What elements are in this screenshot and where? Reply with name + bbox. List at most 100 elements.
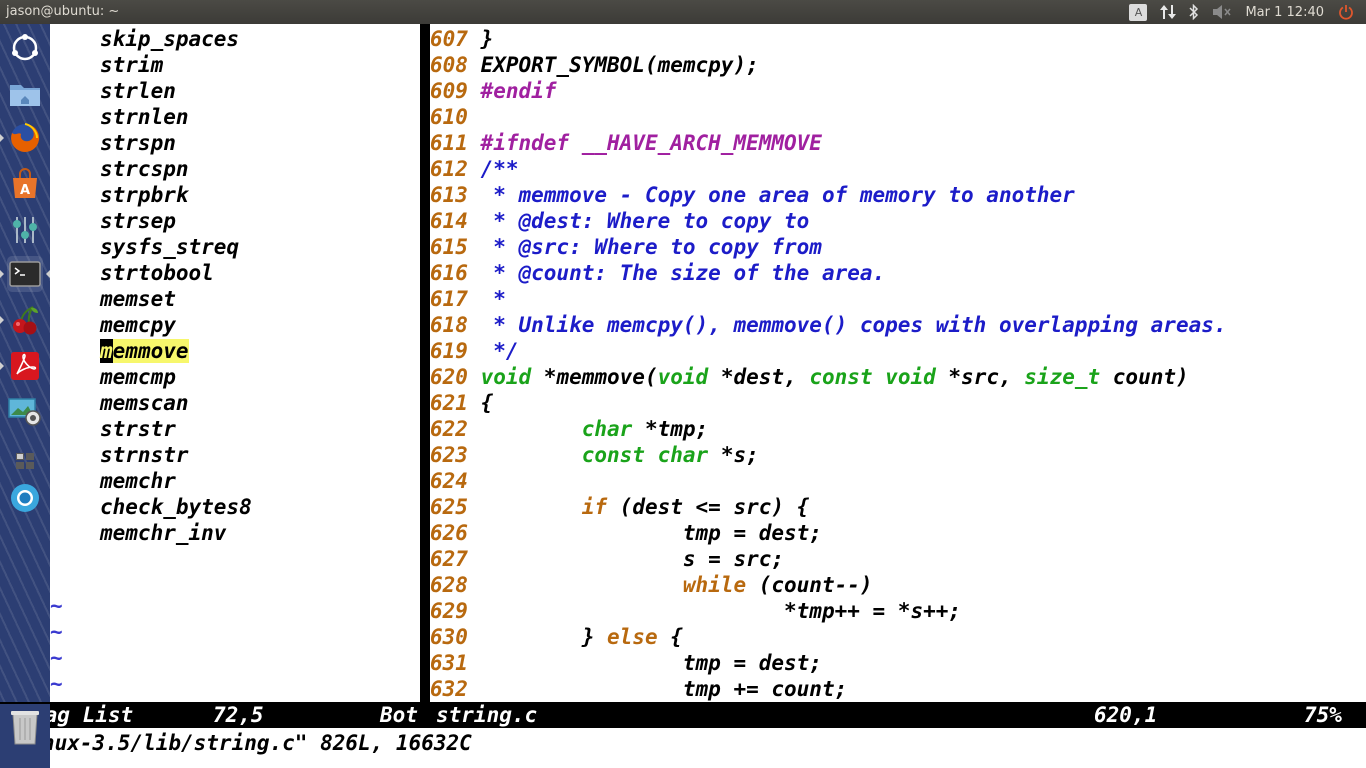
code-token: char (581, 417, 633, 441)
taglist-item[interactable]: memcmp (100, 364, 176, 390)
taglist-item[interactable]: check_bytes8 (100, 494, 252, 520)
taglist-item[interactable]: strtobool (100, 260, 214, 286)
code-line[interactable]: 610 (430, 104, 481, 130)
line-number: 619 (430, 339, 481, 363)
taglist-item[interactable]: strnlen (100, 104, 189, 130)
taglist-item[interactable]: strnstr (100, 442, 189, 468)
taglist-item[interactable]: memset (100, 286, 176, 312)
code-token: while (682, 573, 747, 597)
command-line[interactable]: "linux-3.5/lib/string.c" 826L, 16632C (0, 728, 1366, 768)
code-token: if (581, 495, 608, 519)
taglist-item[interactable]: strpbrk (100, 182, 189, 208)
line-number: 608 (430, 53, 481, 77)
workspace-switcher-icon[interactable] (7, 448, 43, 474)
screenshot-app-icon[interactable] (7, 394, 43, 430)
taglist-item[interactable]: memmove (100, 338, 189, 364)
system-settings-icon[interactable] (7, 212, 43, 248)
code-line[interactable]: 611 #ifndef __HAVE_ARCH_MEMMOVE (430, 130, 822, 156)
software-center-icon[interactable]: A (7, 166, 43, 202)
code-line[interactable]: 619 */ (430, 338, 519, 364)
taglist-item[interactable]: memchr_inv (100, 520, 226, 546)
taglist-pane[interactable]: skip_spaces strim strlen strnlen strspn strcs… (50, 26, 420, 722)
code-token: } (480, 27, 494, 51)
taglist-item[interactable]: skip_spaces (100, 26, 239, 52)
pdf-reader-icon[interactable] (7, 348, 43, 384)
code-line[interactable]: 618 * Unlike memcpy(), memmove() copes w… (430, 312, 1227, 338)
taglist-item[interactable]: strsep (100, 208, 176, 234)
code-line[interactable]: 631 tmp = dest; (430, 650, 822, 676)
code-line[interactable]: 624 (430, 468, 481, 494)
firefox-icon[interactable] (7, 120, 43, 156)
code-token: count) (1100, 365, 1189, 389)
code-line[interactable]: 628 while (count--) (430, 572, 873, 598)
empty-line-tilde: ~ (50, 594, 63, 618)
keyboard-layout-icon[interactable]: A (1129, 0, 1148, 24)
code-line[interactable]: 622 char *tmp; (430, 416, 708, 442)
dash-home-icon[interactable] (7, 30, 43, 66)
taglist-item[interactable]: memscan (100, 390, 189, 416)
code-token: * @src: Where to copy from (480, 235, 822, 259)
code-token: { (657, 625, 683, 649)
code-token: *src, (935, 365, 1025, 389)
code-line[interactable]: 616 * @count: The size of the area. (430, 260, 885, 286)
taglist-item[interactable]: memchr (100, 468, 176, 494)
volume-muted-icon[interactable] (1211, 0, 1233, 24)
taglist-item[interactable]: strstr (100, 416, 176, 442)
code-line[interactable]: 623 const char *s; (430, 442, 759, 468)
code-line[interactable]: 612 /** (430, 156, 519, 182)
line-number: 623 (430, 443, 481, 467)
code-token: *tmp; (632, 417, 709, 441)
code-token: tmp = dest; (480, 651, 822, 675)
code-line[interactable]: 613 * memmove - Copy one area of memory … (430, 182, 1075, 208)
taglist-item[interactable]: strlen (100, 78, 176, 104)
code-line[interactable]: 617 * (430, 286, 506, 312)
line-number: 609 (430, 79, 481, 103)
code-line[interactable]: 626 tmp = dest; (430, 520, 822, 546)
code-line[interactable]: 614 * @dest: Where to copy to (430, 208, 809, 234)
network-updown-icon[interactable] (1159, 0, 1177, 24)
code-line[interactable]: 620 void *memmove(void *dest, const void… (430, 364, 1189, 390)
code-token: tmp = dest; (480, 521, 822, 545)
line-number: 614 (430, 209, 481, 233)
code-line[interactable]: 627 s = src; (430, 546, 784, 572)
bluetooth-icon[interactable] (1189, 0, 1199, 24)
indicator-area: A Mar 1 12:40 (1129, 0, 1366, 24)
vim-editor[interactable]: skip_spaces strim strlen strnlen strspn strcs… (0, 24, 1366, 768)
code-pane[interactable]: 607 } 608 EXPORT_SYMBOL(memcpy); 609 #endi… (430, 26, 1233, 702)
taglist-item[interactable]: strim (100, 52, 163, 78)
taglist-item[interactable]: strcspn (100, 156, 189, 182)
line-number: 611 (430, 131, 481, 155)
statusline-file-cursor-pos: 620,1 (1094, 703, 1158, 727)
clock[interactable]: Mar 1 12:40 (1245, 5, 1324, 20)
code-line[interactable]: 630 } else { (430, 624, 683, 650)
terminal-icon[interactable] (7, 256, 43, 292)
code-line[interactable]: 607 } (430, 26, 493, 52)
code-line[interactable]: 608 EXPORT_SYMBOL(memcpy); (430, 52, 759, 78)
line-number: 632 (430, 677, 481, 701)
code-line[interactable]: 625 if (dest <= src) { (430, 494, 809, 520)
files-icon[interactable] (7, 76, 43, 112)
code-token: size_t (1024, 365, 1101, 389)
code-line[interactable]: 609 #endif (430, 78, 556, 104)
code-token: #endif (480, 79, 557, 103)
chromium-icon[interactable] (7, 480, 43, 516)
running-indicator (0, 362, 4, 370)
code-line[interactable]: 621 { (430, 390, 493, 416)
taglist-item[interactable]: memcpy (100, 312, 176, 338)
power-icon[interactable] (1338, 0, 1354, 24)
code-token: /** (480, 157, 519, 181)
code-token: * Unlike memcpy(), memmove() copes with … (480, 313, 1227, 337)
code-token: *memmove( (531, 365, 658, 389)
running-indicator (0, 270, 4, 278)
taglist-item[interactable]: sysfs_streq (100, 234, 239, 260)
code-line[interactable]: 632 tmp += count; (430, 676, 847, 702)
code-line[interactable]: 615 * @src: Where to copy from (430, 234, 822, 260)
taglist-item[interactable]: strspn (100, 130, 176, 156)
trash-icon[interactable] (0, 704, 50, 768)
code-line[interactable]: 629 *tmp++ = *s++; (430, 598, 961, 624)
line-number: 626 (430, 521, 481, 545)
code-token: * (480, 287, 506, 311)
vertical-split-separator[interactable] (420, 24, 430, 702)
cherry-app-icon[interactable] (7, 302, 43, 338)
